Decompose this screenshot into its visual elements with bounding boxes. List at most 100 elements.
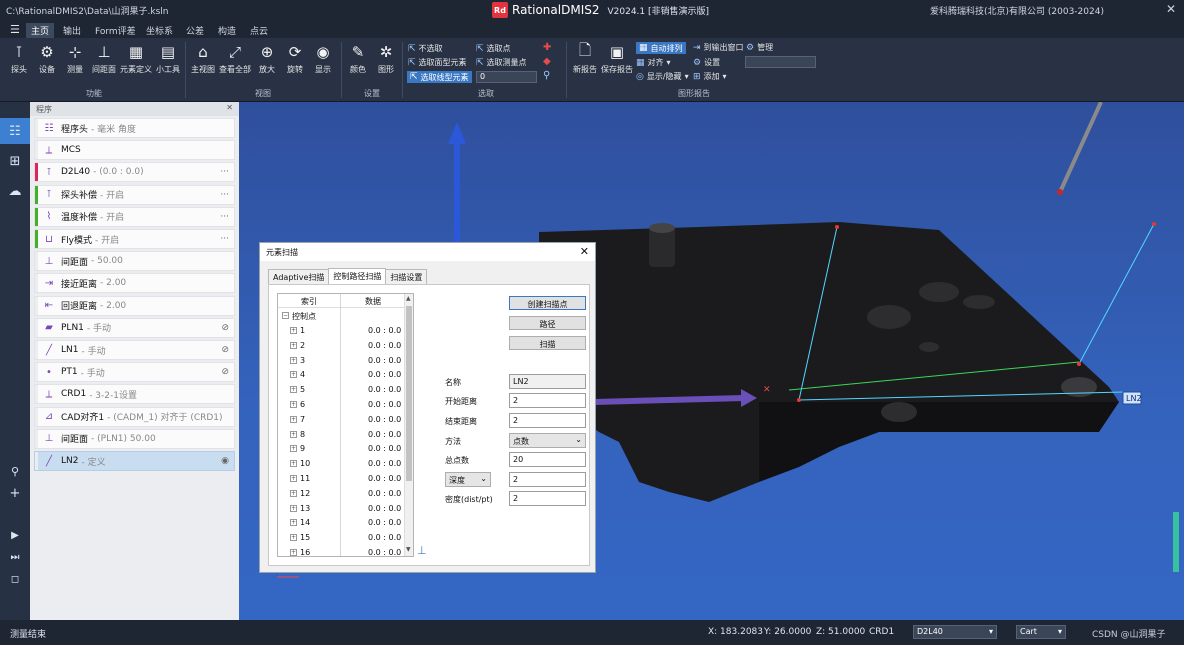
depth-select[interactable]: 深度 ⌄ (445, 472, 491, 487)
program-item[interactable]: ⊥ 间距面 - 50.00 (34, 251, 235, 272)
expand-icon[interactable]: + (290, 534, 297, 542)
tab-home[interactable]: 主页 (26, 23, 55, 38)
color-button[interactable]: ✎ 颜色 (344, 42, 372, 75)
hidden-icon[interactable]: ⊘ (221, 323, 229, 333)
control-point-row[interactable]: +4 0.0 : 0.0 (278, 368, 405, 383)
expand-icon[interactable]: + (290, 371, 297, 379)
close-icon[interactable]: ✕ (226, 103, 233, 112)
play-icon[interactable]: ▶ (6, 526, 24, 544)
control-point-row[interactable]: +1 0.0 : 0.0 (278, 324, 405, 339)
expand-icon[interactable]: + (290, 401, 297, 408)
collapse-icon[interactable]: − (282, 312, 289, 319)
program-item[interactable]: ⊺ D2L40- (0.0 : 0.0) ··· (34, 162, 235, 183)
expand-icon[interactable]: + (290, 549, 297, 556)
program-item[interactable]: ⊺ 探头补偿 - 开启 ··· (34, 184, 235, 205)
program-item[interactable]: ▰ PLN1- 手动 ⊘ (34, 317, 235, 338)
new-report-button[interactable]: 🗋 新报告 (571, 41, 599, 75)
deselect-option[interactable]: ⇱ 不选取 (408, 43, 443, 54)
tree-view-icon[interactable]: ⊞ (6, 152, 24, 170)
zoom-in-button[interactable]: ⊕ 放大 (253, 42, 281, 75)
hamburger-menu-icon[interactable]: ☰ (10, 23, 20, 36)
filter-icon[interactable]: ⚲ (543, 70, 550, 81)
zoom-all-button[interactable]: ⤢ 查看全部 (219, 42, 251, 75)
expand-icon[interactable]: + (290, 415, 297, 423)
clearance-button[interactable]: ⊥ 间距面 (90, 42, 118, 75)
visibility-icon[interactable]: ◉ (221, 456, 229, 466)
path-button[interactable]: 路径 (509, 316, 586, 330)
depth-field[interactable]: 2 (509, 472, 586, 487)
scroll-up-icon[interactable]: ▲ (406, 295, 411, 302)
control-point-row[interactable]: +11 0.0 : 0.0 (278, 472, 405, 487)
control-point-row[interactable]: +2 0.0 : 0.0 (278, 339, 405, 354)
control-point-row[interactable]: +3 0.0 : 0.0 (278, 354, 405, 369)
name-field[interactable]: LN2 (509, 374, 586, 389)
program-item[interactable]: ⇤ 回退距离 - 2.00 (34, 295, 235, 316)
expand-icon[interactable]: + (290, 460, 297, 468)
pin-icon[interactable]: ⊥ (417, 544, 427, 557)
tree-scrollbar[interactable]: ▲ ▼ (404, 294, 413, 556)
tab-form[interactable]: Form评差 (90, 23, 141, 38)
program-item[interactable]: ⊔ Fly模式 - 开启 ··· (34, 229, 235, 249)
expand-icon[interactable]: + (290, 430, 297, 438)
select-count-input[interactable]: 0 (476, 71, 537, 83)
more-options-icon[interactable]: ··· (220, 190, 229, 200)
tab-point-cloud[interactable]: 点云 (245, 23, 273, 38)
viewport-scroll-handle[interactable] (1173, 512, 1179, 572)
add-option[interactable]: ⊞ 添加 ▾ (693, 71, 727, 82)
expand-icon[interactable]: + (290, 386, 297, 394)
coord-mode-select[interactable]: Cart ▾ (1016, 625, 1066, 639)
more-options-icon[interactable]: ··· (220, 212, 229, 222)
program-item[interactable]: ⟂ CRD1- 3-2-1设置 (34, 384, 235, 405)
hidden-icon[interactable]: ⊘ (221, 345, 229, 355)
control-point-tree[interactable]: 索引 数据 − 控制点 +1 0.0 : 0.0 +2 0.0 : 0.0 +3 0.0 … (277, 293, 414, 557)
tab-control-path-scan[interactable]: 控制路径扫描 (328, 268, 387, 285)
display-button[interactable]: ◉ 显示 (309, 42, 337, 75)
expand-icon[interactable]: + (290, 445, 297, 453)
program-item[interactable]: ╱ LN2- 定义 ◉ (34, 451, 235, 471)
save-report-button[interactable]: ▣ 保存报告 (601, 42, 633, 75)
select-measured-point-option[interactable]: ⇱ 选取测量点 (476, 57, 527, 68)
control-point-row[interactable]: +5 0.0 : 0.0 (278, 383, 405, 398)
close-window-icon[interactable]: ✕ (1166, 2, 1176, 16)
search-icon[interactable]: ⚲ (6, 462, 24, 480)
cloud-icon[interactable]: ☁ (6, 182, 24, 200)
graphics-button[interactable]: ✲ 图形 (372, 42, 400, 75)
more-options-icon[interactable]: ··· (220, 167, 229, 177)
step-icon[interactable]: ⏭ (6, 548, 24, 566)
add-icon[interactable]: + (6, 484, 24, 502)
move-icon[interactable]: ✚ (543, 42, 551, 53)
stop-icon[interactable]: ◻ (6, 570, 24, 588)
program-item[interactable]: ⇥ 接近距离 - 2.00 (34, 273, 235, 294)
control-point-row[interactable]: +12 0.0 : 0.0 (278, 487, 405, 502)
control-point-row[interactable]: +16 0.0 : 0.0 (278, 546, 405, 556)
expand-icon[interactable]: + (290, 504, 297, 512)
align-option[interactable]: ▦ 对齐 ▾ (636, 57, 671, 68)
select-line-option[interactable]: ⇱ 选取线型元素 (407, 71, 472, 83)
select-point-option[interactable]: ⇱ 选取点 (476, 43, 511, 54)
program-item[interactable]: ⊥ 间距面 - (PLN1) 50.00 (34, 428, 235, 449)
program-item[interactable]: ╱ LN1- 手动 ⊘ (34, 340, 235, 360)
control-point-row[interactable]: +15 0.0 : 0.0 (278, 531, 405, 546)
control-point-row[interactable]: +7 0.0 : 0.0 (278, 413, 405, 428)
show-hide-option[interactable]: ◎ 显示/隐藏 ▾ (636, 71, 689, 82)
expand-icon[interactable]: + (290, 356, 297, 364)
to-output-option[interactable]: ⇥ 到输出窗口 (693, 42, 744, 53)
end-distance-field[interactable]: 2 (509, 413, 586, 428)
expand-icon[interactable]: + (290, 341, 297, 349)
auto-arrange-option[interactable]: ▦ 自动排列 (636, 42, 686, 54)
expand-icon[interactable]: + (290, 519, 297, 527)
probe-button[interactable]: ⊺ 探头 (5, 42, 33, 75)
scroll-down-icon[interactable]: ▼ (406, 546, 411, 553)
tab-output[interactable]: 输出 (58, 23, 86, 38)
scan-button[interactable]: 扫描 (509, 336, 586, 350)
more-options-icon[interactable]: ··· (220, 234, 229, 244)
program-item[interactable]: ☷ 程序头 - 毫米 角度 (34, 118, 235, 138)
control-point-row[interactable]: +6 0.0 : 0.0 (278, 398, 405, 413)
expand-icon[interactable]: + (290, 489, 297, 497)
expand-icon[interactable]: + (290, 327, 297, 334)
rotate-button[interactable]: ⟳ 旋转 (281, 42, 309, 75)
report-settings-option[interactable]: ⚙ 设置 (693, 57, 720, 68)
tab-coordinate[interactable]: 坐标系 (141, 23, 178, 38)
total-points-field[interactable]: 20 (509, 452, 586, 467)
start-distance-field[interactable]: 2 (509, 393, 586, 408)
